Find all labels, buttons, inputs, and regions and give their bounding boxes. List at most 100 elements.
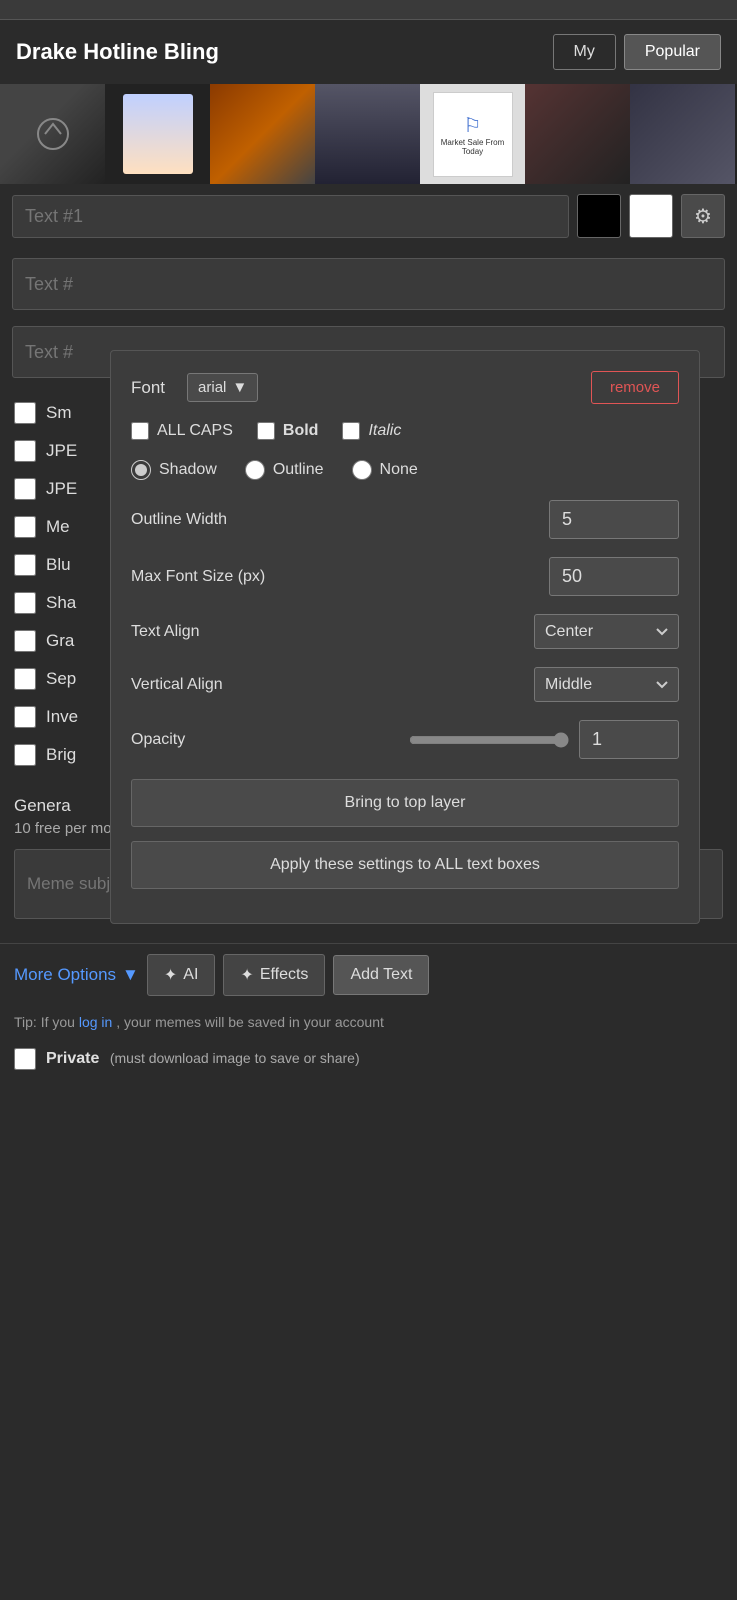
top-bar <box>0 0 737 20</box>
font-row: Font arial ▼ remove <box>131 371 679 404</box>
option-label-blu: Blu <box>46 555 71 575</box>
option-label-me: Me <box>46 517 70 537</box>
tip-login-link[interactable]: log in <box>79 1014 112 1030</box>
max-font-size-row: Max Font Size (px) <box>131 557 679 596</box>
app-title: Drake Hotline Bling <box>16 39 219 65</box>
tip-text: Tip: If you log in , your memes will be … <box>0 1006 737 1038</box>
remove-button[interactable]: remove <box>591 371 679 404</box>
text-input-2[interactable] <box>12 258 725 310</box>
outline-width-input[interactable] <box>549 500 679 539</box>
none-radio-item[interactable]: None <box>352 460 418 480</box>
option-checkbox-jpe2[interactable] <box>14 478 36 500</box>
image-strip-item[interactable] <box>315 84 420 184</box>
option-checkbox-inve[interactable] <box>14 706 36 728</box>
more-options-label: More Options <box>14 965 116 985</box>
option-label-gra: Gra <box>46 631 74 651</box>
option-checkbox-sha[interactable] <box>14 592 36 614</box>
opacity-input[interactable] <box>579 720 679 759</box>
all-caps-checkbox[interactable] <box>131 422 149 440</box>
bold-checkbox[interactable] <box>257 422 275 440</box>
image-strip-item[interactable] <box>0 84 105 184</box>
max-font-size-label: Max Font Size (px) <box>131 568 265 586</box>
sparkle-icon-2: ✦ <box>240 965 253 985</box>
color-swatch-white[interactable] <box>629 194 673 238</box>
bold-label: Bold <box>283 422 319 440</box>
effects-button[interactable]: ✦ Effects <box>223 954 325 996</box>
option-checkbox-me[interactable] <box>14 516 36 538</box>
chevron-down-icon-font: ▼ <box>232 379 247 396</box>
effects-btn-label: Effects <box>260 966 309 984</box>
bottom-toolbar: More Options ▼ ✦ AI ✦ Effects Add Text <box>0 943 737 1006</box>
outline-radio[interactable] <box>245 460 265 480</box>
shadow-label: Shadow <box>159 461 217 479</box>
bold-checkbox-item[interactable]: Bold <box>257 422 319 440</box>
text-input-row-2 <box>0 248 737 310</box>
apply-all-button[interactable]: Apply these settings to ALL text boxes <box>131 841 679 889</box>
my-button[interactable]: My <box>553 34 616 70</box>
max-font-size-input[interactable] <box>549 557 679 596</box>
none-radio[interactable] <box>352 460 372 480</box>
option-label-jpe2: JPE <box>46 479 77 499</box>
option-label-brig: Brig <box>46 745 76 765</box>
option-label-sm: Sm <box>46 403 72 423</box>
bring-to-top-button[interactable]: Bring to top layer <box>131 779 679 827</box>
option-checkbox-gra[interactable] <box>14 630 36 652</box>
outline-label: Outline <box>273 461 324 479</box>
shadow-radio-item[interactable]: Shadow <box>131 460 217 480</box>
popular-button[interactable]: Popular <box>624 34 721 70</box>
sparkle-icon: ✦ <box>164 965 177 985</box>
option-label-sha: Sha <box>46 593 76 613</box>
image-strip-item[interactable] <box>630 84 735 184</box>
opacity-slider-wrap <box>231 720 679 759</box>
ai-button[interactable]: ✦ AI <box>147 954 216 996</box>
text-input-1[interactable] <box>12 195 569 238</box>
checkboxes-row: ALL CAPS Bold Italic <box>131 422 679 440</box>
italic-label: Italic <box>368 422 401 440</box>
color-swatch-black[interactable] <box>577 194 621 238</box>
option-label-jpe1: JPE <box>46 441 77 461</box>
shadow-radio[interactable] <box>131 460 151 480</box>
text-align-select[interactable]: Left Center Right <box>534 614 679 649</box>
chevron-down-icon: ▼ <box>122 965 139 985</box>
font-label: Font <box>131 378 165 398</box>
settings-panel: Font arial ▼ remove ALL CAPS Bold Italic… <box>110 350 700 924</box>
opacity-label: Opacity <box>131 731 231 749</box>
outline-width-label: Outline Width <box>131 511 227 529</box>
font-select-value: arial <box>198 379 226 396</box>
more-options-button[interactable]: More Options ▼ <box>14 965 139 985</box>
font-select-button[interactable]: arial ▼ <box>187 373 258 402</box>
image-strip: ⚐ Market Sale FromToday <box>0 84 737 184</box>
all-caps-label: ALL CAPS <box>157 422 233 440</box>
option-label-sep: Sep <box>46 669 76 689</box>
italic-checkbox[interactable] <box>342 422 360 440</box>
option-checkbox-brig[interactable] <box>14 744 36 766</box>
private-row: Private (must download image to save or … <box>0 1038 737 1080</box>
image-strip-item[interactable] <box>105 84 210 184</box>
opacity-row: Opacity <box>131 720 679 759</box>
add-text-button[interactable]: Add Text <box>333 955 429 995</box>
text-align-row: Text Align Left Center Right <box>131 614 679 649</box>
private-checkbox[interactable] <box>14 1048 36 1070</box>
private-label: Private (must download image to save or … <box>46 1050 360 1068</box>
header: Drake Hotline Bling My Popular <box>0 20 737 84</box>
vertical-align-select[interactable]: Top Middle Bottom <box>534 667 679 702</box>
outline-radio-item[interactable]: Outline <box>245 460 324 480</box>
image-strip-item[interactable] <box>525 84 630 184</box>
image-strip-item[interactable]: ⚐ Market Sale FromToday <box>420 84 525 184</box>
option-checkbox-jpe1[interactable] <box>14 440 36 462</box>
italic-checkbox-item[interactable]: Italic <box>342 422 401 440</box>
image-strip-item[interactable] <box>210 84 315 184</box>
ai-btn-label: AI <box>183 966 198 984</box>
outline-width-row: Outline Width <box>131 500 679 539</box>
option-checkbox-sm[interactable] <box>14 402 36 424</box>
all-caps-checkbox-item[interactable]: ALL CAPS <box>131 422 233 440</box>
radio-row: Shadow Outline None <box>131 460 679 480</box>
gear-button[interactable]: ⚙ <box>681 194 725 238</box>
vertical-align-label: Vertical Align <box>131 676 223 694</box>
option-checkbox-blu[interactable] <box>14 554 36 576</box>
opacity-slider[interactable] <box>409 732 569 748</box>
option-checkbox-sep[interactable] <box>14 668 36 690</box>
option-label-inve: Inve <box>46 707 78 727</box>
header-buttons: My Popular <box>553 34 721 70</box>
none-label: None <box>380 461 418 479</box>
